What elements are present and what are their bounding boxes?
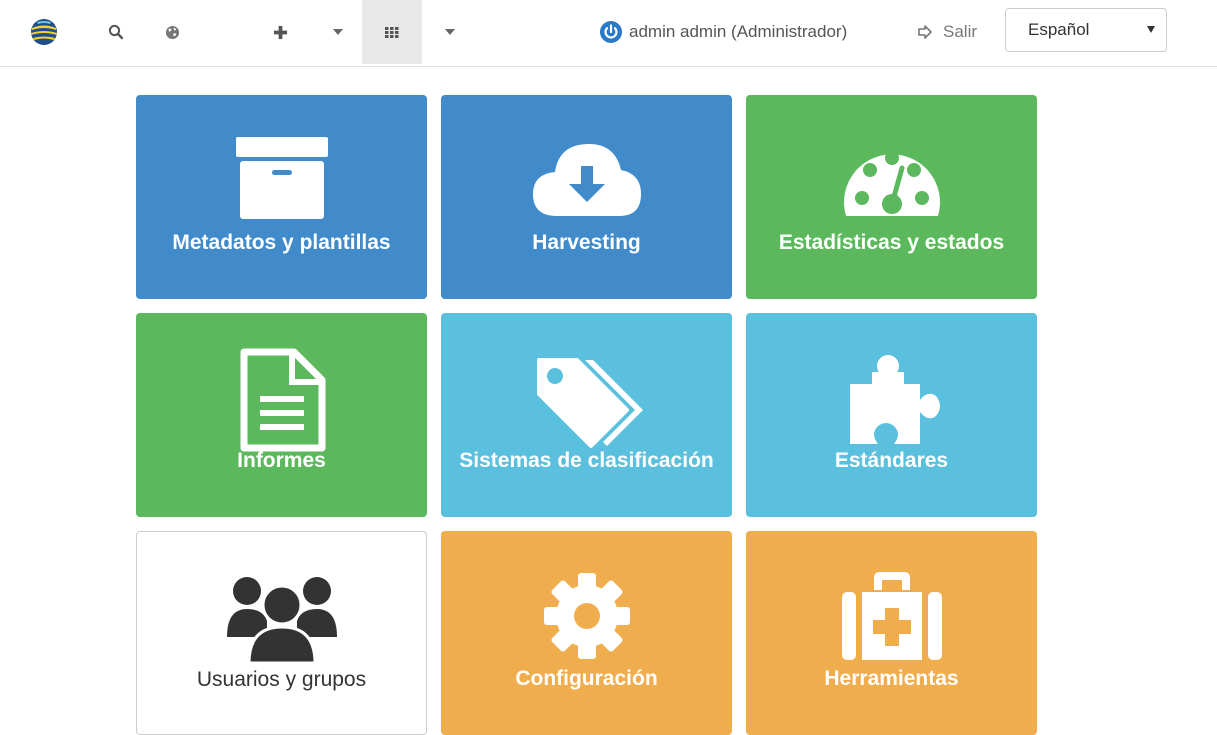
archive-box-icon xyxy=(235,137,328,219)
admin-console-dropdown[interactable] xyxy=(430,0,470,64)
admin-console-button[interactable] xyxy=(362,0,422,64)
tile-harvesting[interactable]: Harvesting xyxy=(441,95,732,299)
add-record-dropdown[interactable] xyxy=(318,0,358,64)
tile-informes[interactable]: Informes xyxy=(136,313,427,517)
language-select[interactable]: Español xyxy=(1005,8,1167,52)
sign-out-icon xyxy=(918,25,932,39)
tile-label: Usuarios y grupos xyxy=(196,668,367,691)
map-button[interactable] xyxy=(142,0,202,64)
tile-estandares[interactable]: Estándares xyxy=(746,313,1037,517)
search-icon xyxy=(108,24,124,40)
tile-metadatos-plantillas[interactable]: Metadatos y plantillas xyxy=(136,95,427,299)
tile-label: Herramientas xyxy=(824,667,959,690)
tile-label: Estadísticas y estados xyxy=(778,231,1005,254)
logout-label: Salir xyxy=(943,22,978,41)
tile-label: Harvesting xyxy=(532,231,641,254)
tile-label: Configuración xyxy=(515,667,658,690)
power-icon xyxy=(600,21,622,43)
add-record-button[interactable] xyxy=(250,0,310,64)
tile-configuracion[interactable]: Configuración xyxy=(441,531,732,735)
tile-sistemas-clasificacion[interactable]: Sistemas de clasificación xyxy=(441,313,732,517)
tile-label: Sistemas de clasificación xyxy=(459,449,714,472)
tile-label: Estándares xyxy=(834,449,949,472)
geonetwork-globe-logo xyxy=(31,19,57,45)
caret-down-icon xyxy=(1147,26,1155,33)
dashboard-gauge-icon xyxy=(843,151,940,216)
tile-label: Metadatos y plantillas xyxy=(172,231,391,254)
tile-herramientas[interactable]: Herramientas xyxy=(746,531,1037,735)
grid-icon xyxy=(385,26,399,38)
medkit-icon xyxy=(841,572,942,660)
puzzle-piece-icon xyxy=(849,355,940,444)
document-icon xyxy=(240,348,325,452)
tags-icon xyxy=(536,358,643,448)
logout-link[interactable]: Salir xyxy=(918,0,977,64)
language-selected-value: Español xyxy=(1028,20,1090,39)
tile-usuarios-grupos[interactable]: Usuarios y grupos xyxy=(136,531,427,735)
top-navbar: admin admin (Administrador) Salir Españo… xyxy=(0,0,1217,67)
cloud-download-icon xyxy=(532,144,641,216)
tile-label: Informes xyxy=(237,449,326,472)
search-button[interactable] xyxy=(86,0,146,64)
user-profile-link[interactable]: admin admin (Administrador) xyxy=(599,0,847,64)
users-icon xyxy=(226,577,337,663)
caret-down-icon xyxy=(445,29,455,35)
globe-icon xyxy=(165,25,179,39)
plus-icon xyxy=(273,25,287,39)
home-logo-button[interactable] xyxy=(14,0,74,64)
gear-icon xyxy=(543,573,630,659)
tile-estadisticas-estados[interactable]: Estadísticas y estados xyxy=(746,95,1037,299)
user-name-label: admin admin (Administrador) xyxy=(629,22,848,41)
caret-down-icon xyxy=(333,29,343,35)
